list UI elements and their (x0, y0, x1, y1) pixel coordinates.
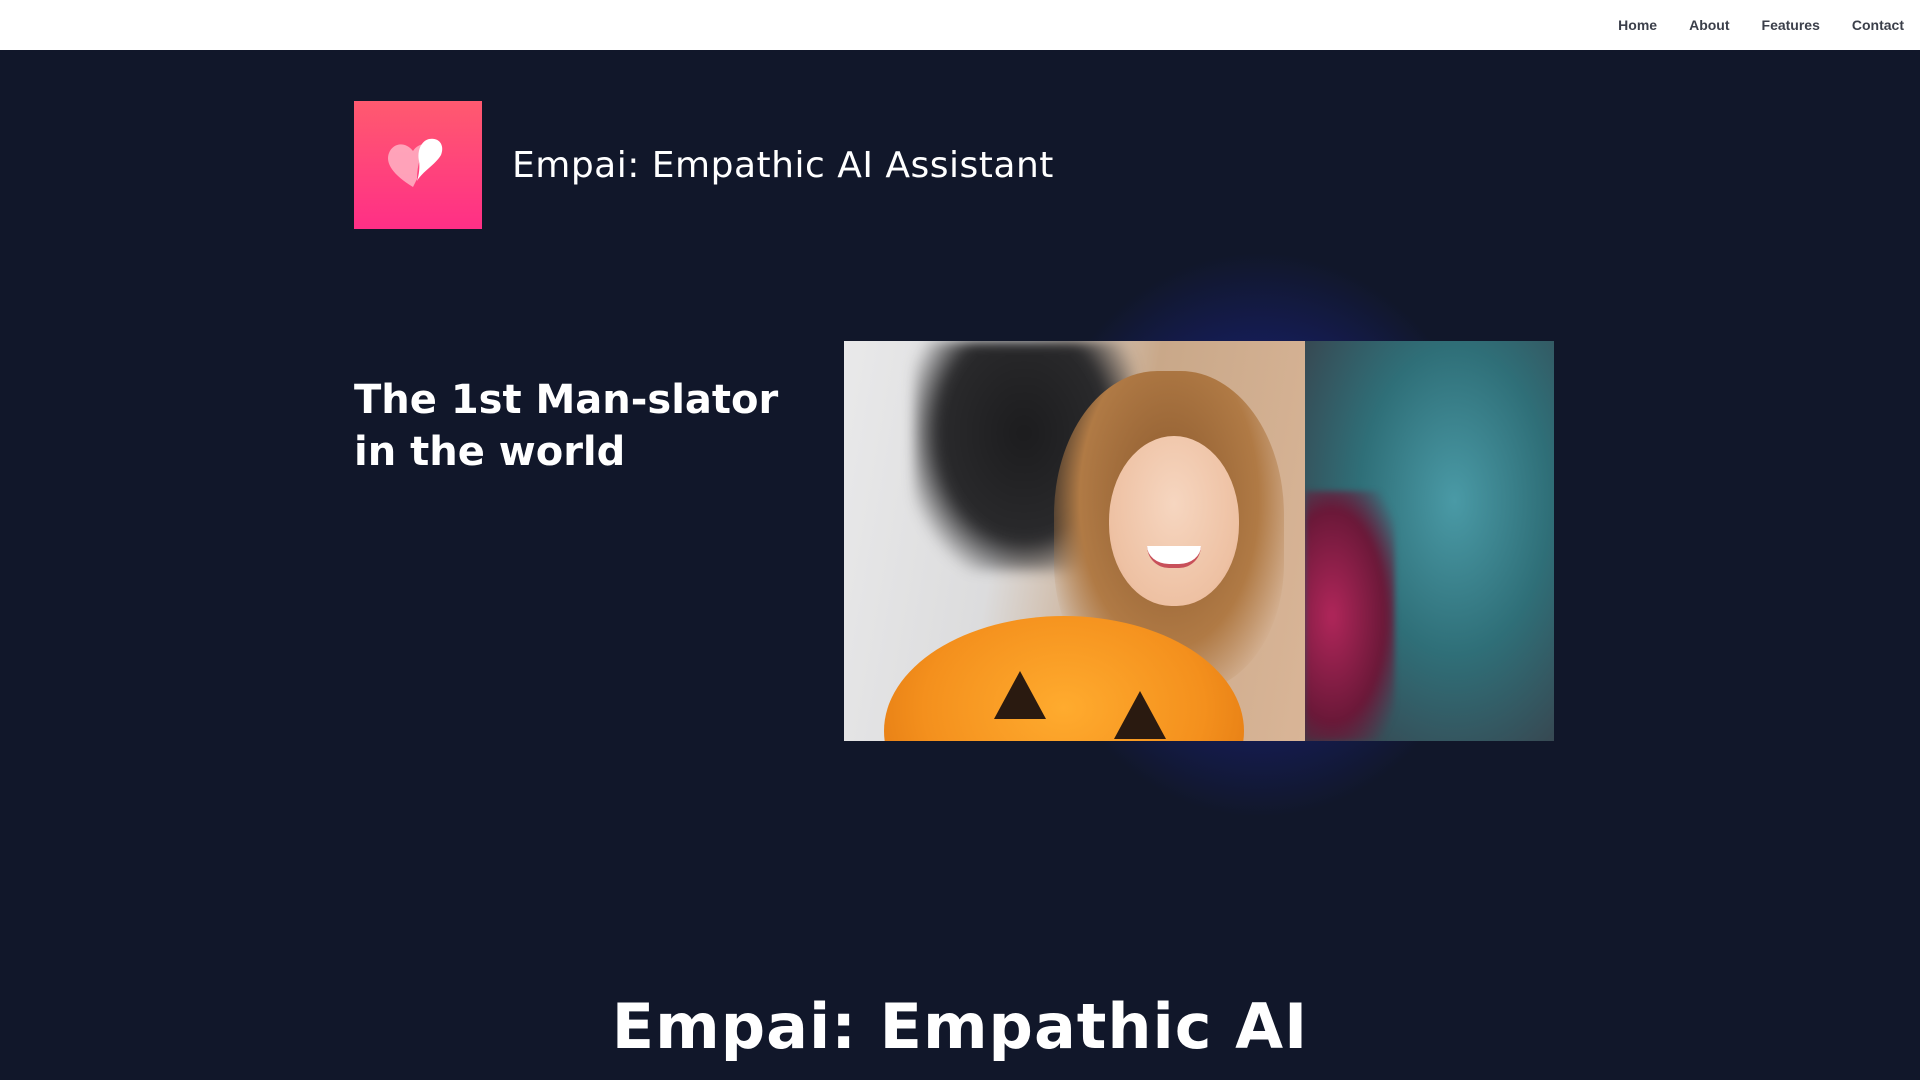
hero-photo-right (1305, 341, 1554, 741)
nav-link-about[interactable]: About (1689, 17, 1729, 33)
pumpkin-eye-left (994, 671, 1046, 719)
app-logo (354, 101, 482, 229)
pumpkin-eye-right (1114, 691, 1166, 739)
main-nav: Home About Features Contact (1618, 0, 1904, 50)
hero-headline-line-2: in the world (354, 429, 626, 475)
photo-witch-hair (1305, 491, 1395, 741)
heart-icon (388, 138, 443, 187)
hero-headline: The 1st Man-slator in the world (354, 374, 814, 478)
brand-header: Empai: Empathic AI Assistant (354, 101, 1054, 229)
top-navigation-bar: Home About Features Contact (0, 0, 1920, 50)
hero-headline-line-1: The 1st Man-slator (354, 377, 779, 423)
section-title: Empai: Empathic AI (611, 990, 1309, 1063)
nav-link-home[interactable]: Home (1618, 17, 1657, 33)
hero-image (844, 341, 1554, 741)
nav-link-features[interactable]: Features (1762, 17, 1820, 33)
brand-title: Empai: Empathic AI Assistant (512, 144, 1054, 186)
photo-face (1109, 436, 1239, 606)
hero-photo-left (844, 341, 1305, 741)
nav-link-contact[interactable]: Contact (1852, 17, 1904, 33)
